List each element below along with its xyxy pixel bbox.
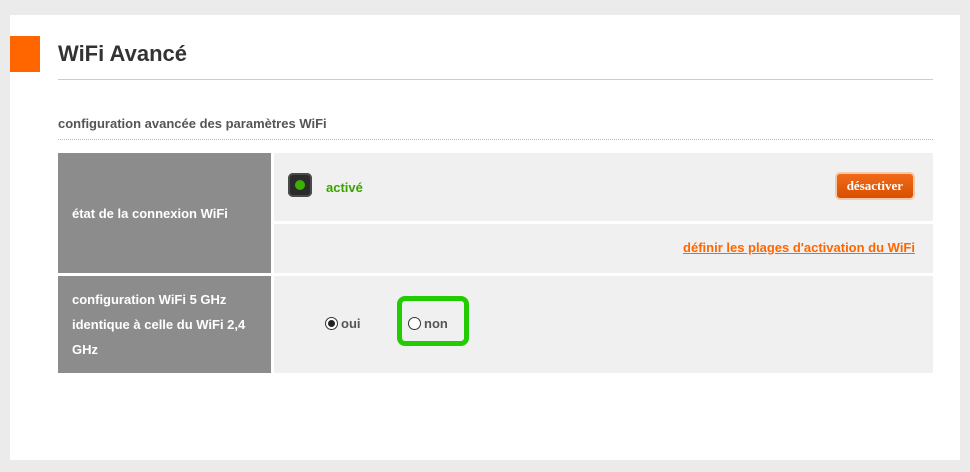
section-heading: configuration avancée des paramètres WiF… xyxy=(58,116,327,131)
wifi-connection-label: état de la connexion WiFi xyxy=(72,205,228,221)
radio-non-label: non xyxy=(424,316,448,331)
radio-oui-label: oui xyxy=(341,316,361,331)
main-panel: WiFi Avancé configuration avancée des pa… xyxy=(10,15,960,460)
deactivate-button[interactable]: désactiver xyxy=(834,172,915,200)
status-led-icon xyxy=(288,173,312,197)
wifi-schedule-cell: définir les plages d'activation du WiFi xyxy=(274,224,933,273)
section-divider xyxy=(58,139,933,140)
wifi-5ghz-label-cell: configuration WiFi 5 GHz identique à cel… xyxy=(58,276,271,373)
wifi-connection-label-cell: état de la connexion WiFi xyxy=(58,153,271,273)
wifi-5ghz-options-cell: oui non xyxy=(274,276,933,373)
radio-option-non[interactable]: non xyxy=(408,316,448,331)
title-divider xyxy=(58,79,933,80)
page-title: WiFi Avancé xyxy=(58,41,187,66)
orange-tab-marker xyxy=(10,36,40,72)
wifi-schedule-link[interactable]: définir les plages d'activation du WiFi xyxy=(683,240,915,255)
radio-oui-button[interactable] xyxy=(325,317,338,330)
radio-option-oui[interactable]: oui xyxy=(325,316,361,331)
wifi-status-text: activé xyxy=(326,180,363,195)
wifi-5ghz-label: configuration WiFi 5 GHz identique à cel… xyxy=(72,292,246,357)
wifi-status-cell: activé désactiver xyxy=(274,153,933,221)
radio-non-button[interactable] xyxy=(408,317,421,330)
